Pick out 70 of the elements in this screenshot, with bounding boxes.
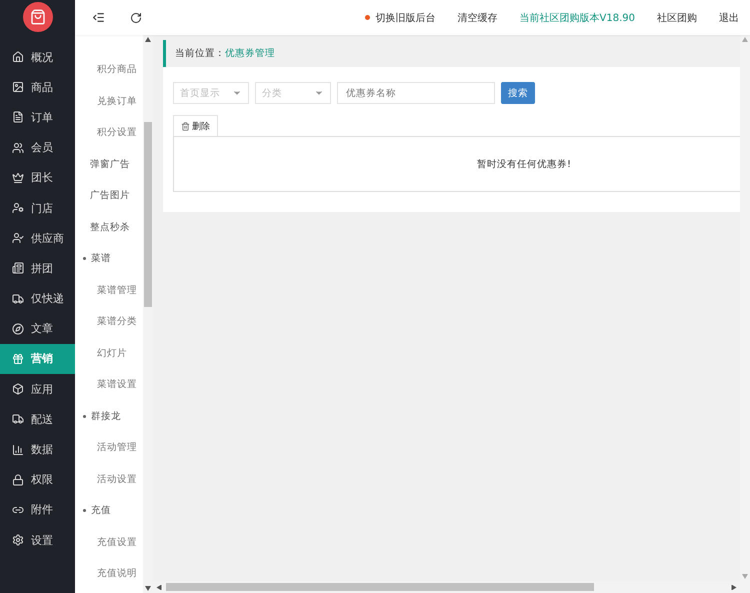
- truck-icon: [12, 413, 24, 426]
- submenu-item[interactable]: 整点秒杀: [90, 220, 130, 234]
- scroll-down-icon[interactable]: [145, 586, 151, 591]
- sidebar-item[interactable]: 商品: [0, 72, 75, 102]
- submenu-item[interactable]: 充值: [91, 504, 111, 518]
- sidebar-item[interactable]: 团长: [0, 162, 75, 193]
- scroll-up-icon[interactable]: [145, 37, 151, 42]
- lock-icon: [12, 474, 24, 486]
- submenu-item[interactable]: 弹窗广告: [90, 158, 130, 171]
- top-link[interactable]: 清空缓存: [458, 10, 498, 24]
- scroll-left-icon[interactable]: [156, 584, 162, 590]
- sidebar-item[interactable]: 订单: [0, 102, 75, 133]
- refresh-icon[interactable]: [130, 12, 142, 24]
- truck-icon: [12, 292, 24, 305]
- submenu-item[interactable]: 充值设置: [97, 536, 137, 549]
- submenu-item[interactable]: 活动设置: [97, 472, 137, 486]
- sidebar-item[interactable]: 应用: [0, 374, 75, 404]
- users-icon: [12, 142, 24, 154]
- top-link[interactable]: 当前社区团购版本V18.90: [520, 10, 635, 24]
- newspaper-icon: [12, 262, 24, 274]
- sidebar-item[interactable]: 设置: [0, 525, 75, 556]
- submenu-item[interactable]: 积分设置: [97, 126, 137, 140]
- logo: [22, 2, 52, 32]
- bar-chart-icon: [12, 444, 24, 456]
- submenu-item[interactable]: 菜谱管理: [97, 284, 137, 297]
- user-icon: [12, 202, 24, 214]
- search-field[interactable]: 优惠券名称: [337, 82, 495, 104]
- sidebar-item[interactable]: 拼团: [0, 253, 75, 284]
- submenu-item[interactable]: 活动管理: [97, 441, 137, 454]
- submenu-item[interactable]: 群接龙: [91, 410, 121, 423]
- user-icon: [12, 232, 24, 244]
- submenu-item[interactable]: 积分商品: [97, 63, 137, 76]
- sidebar-item[interactable]: 仅快递: [0, 284, 75, 314]
- sidebar-item[interactable]: 门店: [0, 192, 75, 224]
- status-dot-icon: [364, 15, 370, 20]
- empty-message: 暂时没有任何优惠券!: [477, 158, 571, 170]
- trash-icon: [181, 122, 190, 130]
- submenu-item[interactable]: 充值说明: [97, 567, 137, 580]
- scrollbar-thumb[interactable]: [166, 583, 594, 591]
- submenu-item[interactable]: 广告图片: [90, 189, 130, 202]
- top-link[interactable]: 切换旧版后台: [376, 10, 436, 24]
- document-icon: [12, 111, 24, 124]
- sidebar-item[interactable]: 概况: [0, 42, 75, 72]
- compass-icon: [12, 322, 24, 335]
- scrollbar-thumb[interactable]: [144, 122, 152, 307]
- crown-icon: [12, 172, 24, 184]
- delete-button[interactable]: 删除: [173, 115, 218, 136]
- submenu-item[interactable]: 菜谱: [91, 252, 111, 266]
- submenu-item[interactable]: 菜谱分类: [97, 315, 137, 328]
- home-icon: [12, 51, 24, 64]
- breadcrumb-label: 当前位置：: [175, 47, 225, 60]
- gift-icon: [12, 352, 24, 365]
- image-icon: [12, 81, 24, 94]
- sidebar-item[interactable]: 数据: [0, 434, 75, 465]
- scroll-right-icon[interactable]: [731, 584, 737, 590]
- sidebar-item[interactable]: 权限: [0, 464, 75, 495]
- top-link[interactable]: 退出: [719, 10, 739, 24]
- sidebar-item[interactable]: 会员: [0, 132, 75, 163]
- submenu-item[interactable]: 兑换订单: [97, 94, 137, 108]
- search-button[interactable]: 搜索: [501, 82, 535, 104]
- settings-icon: [12, 534, 24, 546]
- sidebar-item[interactable]: 供应商: [0, 223, 75, 254]
- submenu-item[interactable]: 菜谱设置: [97, 378, 137, 392]
- submenu-item[interactable]: 幻灯片: [97, 346, 127, 360]
- sidebar-item[interactable]: 文章: [0, 314, 75, 344]
- box-icon: [12, 383, 24, 396]
- sidebar-item[interactable]: 附件: [0, 494, 75, 525]
- top-link[interactable]: 社区团购: [657, 10, 697, 24]
- sidebar-item[interactable]: 配送: [0, 404, 75, 434]
- menu-icon[interactable]: [92, 11, 105, 24]
